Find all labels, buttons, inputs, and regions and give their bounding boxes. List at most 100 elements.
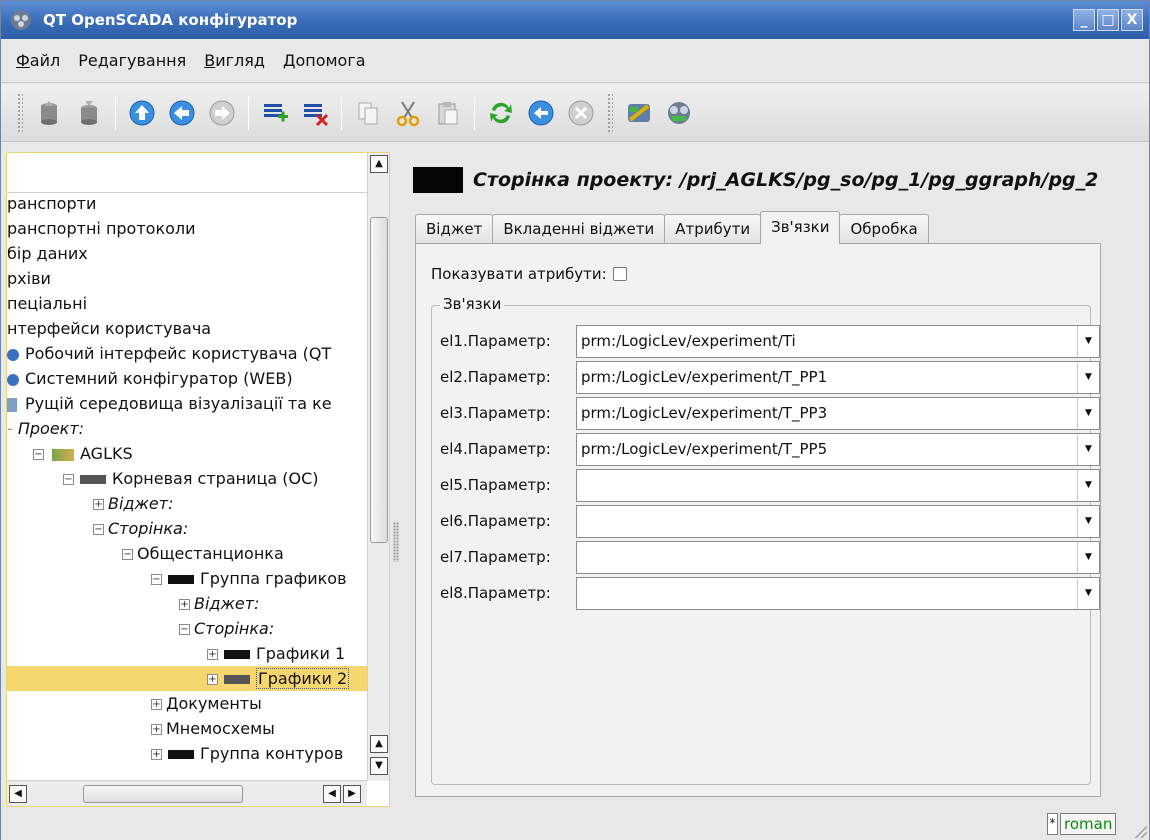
panel-splitter[interactable]	[392, 152, 400, 807]
tree-item-user-interfaces[interactable]: нтерфейси користувача	[7, 316, 211, 341]
tree-vertical-scrollbar[interactable]: ▲ ▲ ▼	[367, 153, 389, 781]
tree-item-specials[interactable]: пеціальні	[7, 291, 87, 316]
dropdown-arrow-icon[interactable]: ▼	[1077, 541, 1099, 573]
link-combobox[interactable]: ▼	[576, 504, 1100, 538]
tree-item-graph-group[interactable]: − Группа графиков	[151, 566, 347, 591]
tree-item-contour-group[interactable]: + Группа контуров	[151, 741, 343, 766]
expand-icon[interactable]: +	[207, 649, 218, 660]
tree-item-aglks[interactable]: − AGLKS	[33, 441, 133, 466]
dropdown-arrow-icon[interactable]: ▼	[1077, 433, 1099, 465]
dropdown-arrow-icon[interactable]: ▼	[1077, 325, 1099, 357]
link-combobox[interactable]: ▼	[576, 540, 1100, 574]
dropdown-arrow-icon[interactable]: ▼	[1077, 361, 1099, 393]
menu-view[interactable]: Вигляд	[195, 51, 274, 70]
user-indicator[interactable]: roman	[1060, 813, 1117, 835]
expand-icon[interactable]: +	[207, 674, 218, 685]
collapse-icon[interactable]: −	[93, 524, 104, 535]
dropdown-arrow-icon[interactable]: ▼	[1077, 505, 1099, 537]
paste-icon[interactable]	[429, 94, 467, 132]
back-icon[interactable]	[163, 94, 201, 132]
toolbar-grip[interactable]	[607, 92, 613, 133]
stop-icon[interactable]	[562, 94, 600, 132]
add-item-icon[interactable]	[256, 94, 294, 132]
dropdown-arrow-icon[interactable]: ▼	[1077, 469, 1099, 501]
expand-icon[interactable]: +	[179, 599, 190, 610]
show-attributes-checkbox[interactable]	[612, 267, 627, 281]
tree-item-obshestancionka[interactable]: − Общестанционка	[122, 541, 284, 566]
collapse-icon[interactable]: −	[151, 574, 162, 585]
expand-icon[interactable]: +	[151, 699, 162, 710]
link-combobox[interactable]: prm:/LogicLev/experiment/T_PP1 ▼	[576, 360, 1100, 394]
minimize-button[interactable]: _	[1073, 9, 1095, 31]
tab-widget[interactable]: Віджет	[415, 214, 494, 244]
maximize-button[interactable]: □	[1097, 9, 1119, 31]
expand-icon[interactable]: +	[151, 749, 162, 760]
scrollbar-thumb[interactable]	[370, 217, 388, 543]
tree-item-transport-protocols[interactable]: ранспортні протоколи	[7, 216, 196, 241]
tree-item-widget-group[interactable]: + Віджет:	[93, 491, 173, 516]
cut-icon[interactable]	[389, 94, 427, 132]
vision-icon[interactable]	[620, 94, 658, 132]
db-load-icon[interactable]	[30, 94, 68, 132]
start-icon[interactable]	[522, 94, 560, 132]
tree-item-transports[interactable]: ранспорти	[7, 191, 96, 216]
navigation-tree[interactable]: ранспорти ранспортні протоколи бір даних…	[7, 153, 367, 781]
tree-item-graphs-1[interactable]: + Графики 1	[207, 641, 345, 666]
expand-icon[interactable]: +	[151, 724, 162, 735]
scroll-up-icon[interactable]: ▲	[370, 735, 388, 753]
menu-help[interactable]: Допомога	[274, 51, 375, 70]
collapse-icon[interactable]: −	[179, 624, 190, 635]
tree-item-page-group[interactable]: − Сторінка:	[179, 616, 274, 641]
up-icon[interactable]	[123, 94, 161, 132]
delete-item-icon[interactable]	[296, 94, 334, 132]
collapse-icon[interactable]: −	[63, 474, 74, 485]
link-combobox[interactable]: ▼	[576, 576, 1100, 610]
links-tab-content: Показувати атрибути: Зв'язки el1.Парамет…	[415, 243, 1101, 797]
tree-item-web-configurator[interactable]: Системний конфігуратор (WEB)	[7, 366, 293, 391]
tab-included-widgets[interactable]: Вкладенні віджети	[492, 214, 666, 244]
tab-processing[interactable]: Обробка	[839, 214, 929, 244]
menu-edit[interactable]: Редагування	[69, 51, 195, 70]
dropdown-arrow-icon[interactable]: ▼	[1077, 577, 1099, 609]
tab-attributes[interactable]: Атрибути	[664, 214, 762, 244]
tree-item-widget-group[interactable]: + Віджет:	[179, 591, 259, 616]
configurator-icon[interactable]	[660, 94, 698, 132]
collapse-icon[interactable]: −	[122, 549, 133, 560]
tree-item-qt-runtime[interactable]: Робочий інтерфейс користувача (QT	[7, 341, 331, 366]
collapse-icon[interactable]: −	[33, 449, 44, 460]
expand-icon[interactable]: +	[93, 499, 104, 510]
tab-links[interactable]: Зв'язки	[760, 211, 841, 244]
forward-icon[interactable]	[203, 94, 241, 132]
link-combobox[interactable]: prm:/LogicLev/experiment/T_PP3 ▼	[576, 396, 1100, 430]
scroll-up-icon[interactable]: ▲	[370, 155, 388, 173]
dropdown-arrow-icon[interactable]: ▼	[1077, 397, 1099, 429]
scroll-right-icon[interactable]: ▶	[343, 785, 361, 803]
link-combobox[interactable]: prm:/LogicLev/experiment/Ti ▼	[576, 324, 1100, 358]
tree-item-page-group[interactable]: − Сторінка:	[93, 516, 188, 541]
tree-item-mnemoschemes[interactable]: + Мнемосхемы	[151, 716, 275, 741]
link-combobox[interactable]: prm:/LogicLev/experiment/T_PP5 ▼	[576, 432, 1100, 466]
scroll-left-icon[interactable]: ◀	[323, 785, 341, 803]
title-bar[interactable]: QT OpenSCADA конфігуратор _ □ X	[1, 1, 1149, 39]
show-attributes-option[interactable]: Показувати атрибути:	[431, 265, 627, 283]
tree-item-project-group[interactable]: - Проект:	[7, 416, 84, 441]
link-combobox[interactable]: ▼	[576, 468, 1100, 502]
tree-horizontal-scrollbar[interactable]: ◀ ◀ ▶	[7, 780, 367, 806]
tree-item-root-page[interactable]: − Корневая страница (ОС)	[63, 466, 319, 491]
modified-indicator[interactable]: *	[1047, 813, 1058, 835]
scroll-down-icon[interactable]: ▼	[370, 757, 388, 775]
menu-file[interactable]: Файл	[7, 51, 69, 70]
db-save-icon[interactable]	[70, 94, 108, 132]
tree-item-data-acquisition[interactable]: бір даних	[7, 241, 88, 266]
refresh-icon[interactable]	[482, 94, 520, 132]
scroll-left-icon[interactable]: ◀	[9, 785, 27, 803]
tree-item-documents[interactable]: + Документы	[151, 691, 262, 716]
toolbar-grip[interactable]	[17, 92, 23, 133]
tree-item-archives[interactable]: рхіви	[7, 266, 51, 291]
close-button[interactable]: X	[1121, 9, 1143, 31]
resize-grip-icon[interactable]	[1133, 824, 1147, 838]
scrollbar-thumb[interactable]	[83, 785, 243, 803]
tree-item-graphs-2[interactable]: + Графики 2	[7, 666, 367, 691]
tree-item-vision-engine[interactable]: Рущій середовища візуалізації та ке	[7, 391, 332, 416]
copy-icon[interactable]	[349, 94, 387, 132]
